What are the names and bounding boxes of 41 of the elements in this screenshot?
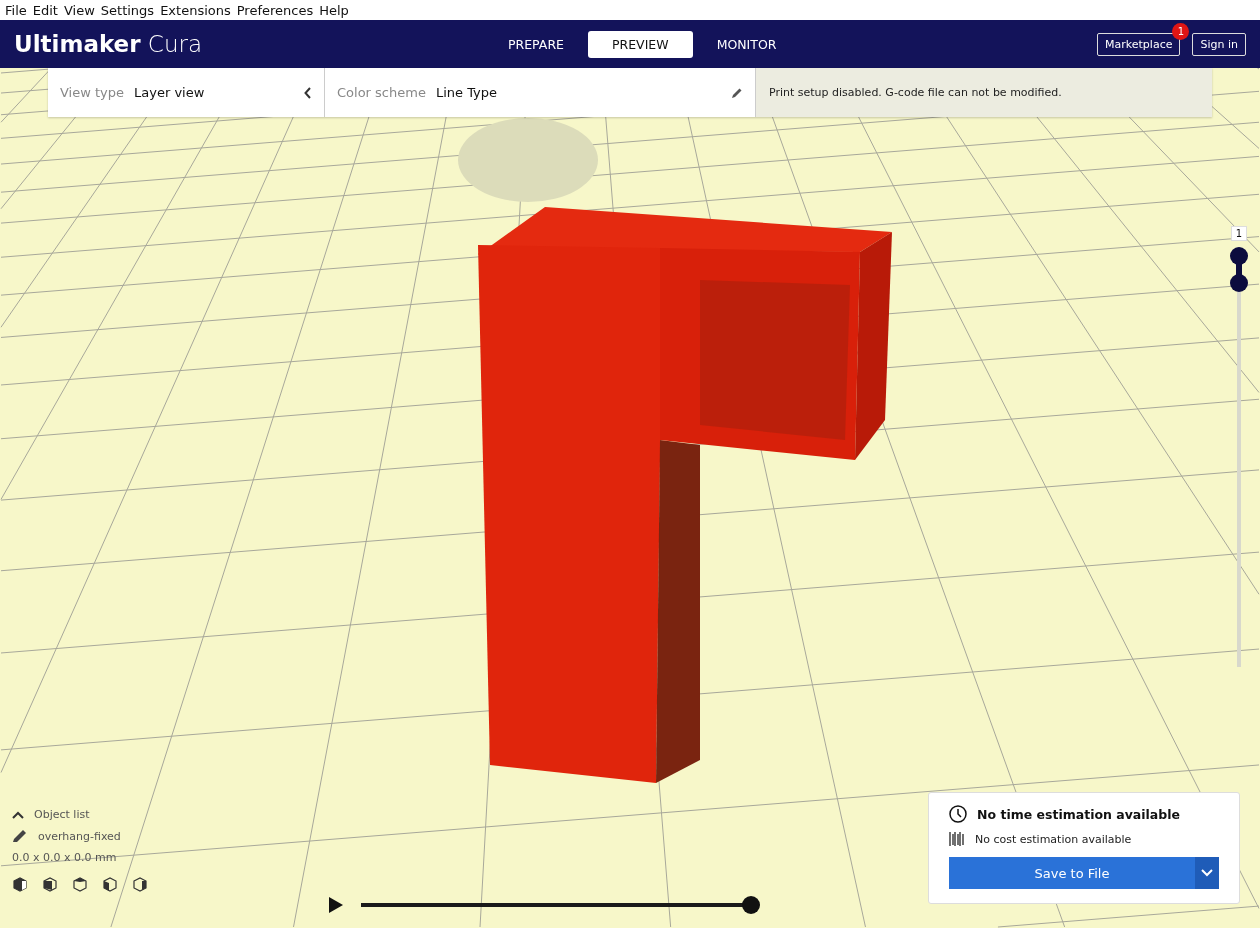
view-cube-icon[interactable] <box>72 876 88 892</box>
barcode-icon <box>949 831 965 847</box>
sign-in-button[interactable]: Sign in <box>1192 32 1246 56</box>
save-to-file-button[interactable]: Save to File <box>949 857 1195 889</box>
menu-item[interactable]: Extensions <box>157 2 234 18</box>
menu-item[interactable]: View <box>60 2 98 18</box>
view-type-label: View type <box>60 85 125 100</box>
view-cube-icon[interactable] <box>42 876 58 892</box>
play-icon[interactable] <box>328 896 344 914</box>
view-cube-icon[interactable] <box>12 876 28 892</box>
pencil-icon <box>12 829 28 843</box>
object-dimensions: 0.0 x 0.0 x 0.0 mm <box>12 851 118 864</box>
stage-tab[interactable]: PREPARE <box>484 30 588 58</box>
menu-item[interactable]: Help <box>316 2 352 18</box>
view-type-value[interactable]: Layer view <box>134 85 294 100</box>
app-logo: Ultimaker Cura <box>14 31 204 57</box>
chevron-up-icon[interactable] <box>12 810 24 819</box>
menu-item[interactable]: Settings <box>97 2 158 18</box>
chevron-left-icon[interactable] <box>304 86 312 99</box>
status-message: Print setup disabled. G-code file can not be modified. <box>756 68 1212 117</box>
object-list-toggle[interactable]: Object list <box>34 808 90 821</box>
menu-item[interactable]: Preferences <box>233 2 317 18</box>
stage-tab[interactable]: MONITOR <box>692 30 801 58</box>
menu-item[interactable]: File <box>2 2 30 18</box>
playback-handle[interactable] <box>742 896 760 914</box>
cost-estimate: No cost estimation available <box>975 832 1132 846</box>
object-name: overhang-fixed <box>38 829 121 843</box>
range-handles[interactable] <box>1230 247 1248 292</box>
chevron-down-icon <box>1201 869 1213 877</box>
view-cube-icon[interactable] <box>102 876 118 892</box>
time-estimate: No time estimation available <box>977 806 1180 822</box>
color-scheme-label: Color scheme <box>337 85 426 100</box>
notification-badge: 1 <box>1172 22 1190 40</box>
clock-icon <box>949 805 967 823</box>
layer-number-label: 1 <box>1230 226 1248 241</box>
color-scheme-value[interactable]: Line Type <box>435 85 721 100</box>
view-cube-icon[interactable] <box>132 876 148 892</box>
stage-tab[interactable]: PREVIEW <box>588 30 693 58</box>
menu-item[interactable]: Edit <box>29 2 61 18</box>
save-options-dropdown[interactable] <box>1195 857 1219 889</box>
pencil-icon[interactable] <box>731 86 743 99</box>
